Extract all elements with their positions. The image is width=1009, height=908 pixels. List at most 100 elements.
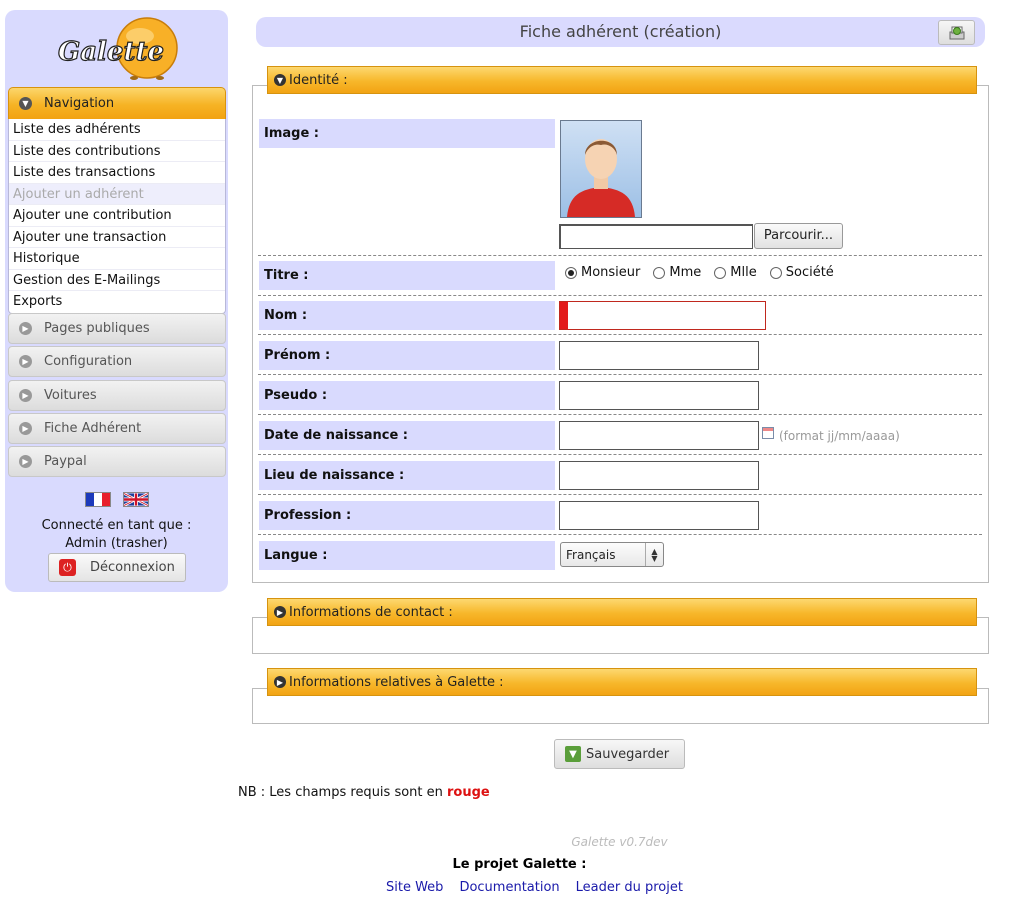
titre-radio-option[interactable]: Mlle bbox=[714, 265, 757, 280]
profession-label: Profession : bbox=[259, 501, 555, 530]
radio-label: Société bbox=[785, 265, 834, 280]
galette-logo[interactable]: Galette bbox=[52, 16, 184, 86]
collapsed-section-header[interactable]: ▶ Voitures bbox=[8, 380, 226, 411]
identity-legend[interactable]: ▼ Identité : bbox=[267, 66, 977, 94]
note-text: NB : Les champs requis sont en bbox=[238, 785, 448, 800]
titre-radio-option[interactable]: Société bbox=[769, 265, 834, 280]
save-icon: ▼ bbox=[565, 746, 581, 762]
power-icon: ⏻ bbox=[59, 559, 76, 576]
expand-arrow-icon: ▶ bbox=[19, 455, 32, 468]
login-status: Connecté en tant que : Admin (trasher) bbox=[5, 517, 228, 553]
birthplace-input[interactable] bbox=[559, 461, 759, 490]
nav-item[interactable]: Ajouter un adhérent bbox=[9, 183, 225, 205]
nav-item[interactable]: Gestion des E-Mailings bbox=[9, 270, 225, 291]
collapsed-section-header[interactable]: ▶ Pages publiques bbox=[8, 313, 226, 344]
birthdate-label: Date de naissance : bbox=[259, 421, 555, 450]
langue-label: Langue : bbox=[259, 541, 555, 570]
collapsed-section-header[interactable]: ▶ Fiche Adhérent bbox=[8, 413, 226, 444]
logout-button[interactable]: ⏻ Déconnexion bbox=[48, 553, 186, 582]
expand-arrow-icon: ▶ bbox=[19, 389, 32, 402]
profession-row: Profession : bbox=[258, 495, 982, 535]
flag-fr-icon[interactable] bbox=[85, 492, 111, 507]
page-title-bar: Fiche adhérent (création) bbox=[256, 17, 985, 47]
radio-label: Mlle bbox=[730, 265, 757, 280]
nav-item[interactable]: Historique bbox=[9, 248, 225, 270]
collapsed-section-label: Pages publiques bbox=[44, 321, 150, 336]
default-avatar-icon bbox=[567, 139, 635, 217]
save-button[interactable]: ▼ Sauvegarder bbox=[554, 739, 685, 769]
nom-row: Nom : bbox=[258, 296, 982, 335]
langue-select[interactable]: Français ▲ ▼ bbox=[560, 542, 664, 567]
nav-item[interactable]: Liste des transactions bbox=[9, 162, 225, 184]
identity-legend-label: Identité : bbox=[289, 72, 348, 88]
photo-file-input[interactable] bbox=[559, 224, 753, 249]
calendar-icon[interactable] bbox=[762, 427, 774, 439]
collapsed-section-label: Configuration bbox=[44, 354, 133, 369]
print-card-icon bbox=[949, 26, 964, 39]
nav-item[interactable]: Exports bbox=[9, 291, 225, 313]
radio-button[interactable] bbox=[653, 266, 666, 279]
birthplace-row: Lieu de naissance : bbox=[258, 455, 982, 495]
radio-button[interactable] bbox=[565, 266, 577, 279]
titre-radio-group: Monsieur Mme Mlle Société bbox=[565, 265, 847, 280]
titre-radio-option[interactable]: Monsieur bbox=[565, 265, 640, 280]
image-row: Image : Parcourir... bbox=[258, 117, 982, 256]
birthdate-row: Date de naissance : (format jj/mm/aaaa) bbox=[258, 415, 982, 455]
birthdate-input[interactable] bbox=[559, 421, 759, 450]
prenom-label: Prénom : bbox=[259, 341, 555, 370]
galette-info-legend[interactable]: ▶ Informations relatives à Galette : bbox=[267, 668, 977, 696]
radio-button[interactable] bbox=[769, 266, 782, 279]
collapsed-section-header[interactable]: ▶ Configuration bbox=[8, 346, 226, 377]
pseudo-input[interactable] bbox=[559, 381, 759, 410]
nav-item[interactable]: Ajouter une transaction bbox=[9, 227, 225, 248]
pseudo-row: Pseudo : bbox=[258, 375, 982, 415]
radio-button[interactable] bbox=[714, 266, 727, 279]
collapsed-section-label: Fiche Adhérent bbox=[44, 421, 142, 436]
titre-label: Titre : bbox=[259, 261, 555, 290]
language-flags bbox=[85, 492, 149, 507]
login-label: Connecté en tant que : bbox=[41, 518, 192, 533]
note-highlight: rouge bbox=[447, 785, 490, 800]
member-photo bbox=[560, 120, 642, 218]
birthplace-label: Lieu de naissance : bbox=[259, 461, 555, 490]
collapsed-section-label: Paypal bbox=[44, 454, 87, 469]
profession-input[interactable] bbox=[559, 501, 759, 530]
expand-arrow-icon: ▶ bbox=[19, 355, 32, 368]
radio-label: Mme bbox=[669, 265, 702, 280]
flag-en-icon[interactable] bbox=[123, 492, 149, 507]
prenom-row: Prénom : bbox=[258, 335, 982, 375]
footer-link-documentation[interactable]: Documentation bbox=[459, 880, 559, 895]
required-marker bbox=[560, 302, 568, 329]
nav-list: Liste des adhérents Liste des contributio… bbox=[8, 119, 226, 314]
footer-link-website[interactable]: Site Web bbox=[386, 880, 443, 895]
nav-item[interactable]: Liste des contributions bbox=[9, 141, 225, 162]
footer-project-title: Le projet Galette : bbox=[452, 857, 587, 872]
nom-input[interactable] bbox=[559, 301, 766, 330]
collapsed-section-header[interactable]: ▶ Paypal bbox=[8, 446, 226, 477]
nav-section-title: Navigation bbox=[44, 96, 115, 111]
langue-row: Langue : Français ▲ ▼ bbox=[258, 535, 982, 575]
collapsed-section-label: Voitures bbox=[44, 388, 97, 403]
footer-link-leader[interactable]: Leader du projet bbox=[576, 880, 683, 895]
expand-arrow-icon: ▶ bbox=[274, 606, 286, 618]
collapse-arrow-icon: ▼ bbox=[274, 74, 286, 86]
print-card-button[interactable] bbox=[938, 20, 975, 45]
contact-legend-label: Informations de contact : bbox=[289, 604, 453, 620]
expand-arrow-icon: ▶ bbox=[274, 676, 286, 688]
required-fields-note: NB : Les champs requis sont en rouge bbox=[238, 785, 490, 800]
save-label: Sauvegarder bbox=[586, 746, 670, 762]
galette-info-legend-label: Informations relatives à Galette : bbox=[289, 674, 504, 690]
contact-legend[interactable]: ▶ Informations de contact : bbox=[267, 598, 977, 626]
login-user: Admin (trasher) bbox=[65, 536, 168, 551]
nav-section-header[interactable]: ▼ Navigation bbox=[8, 87, 226, 119]
nav-item[interactable]: Ajouter une contribution bbox=[9, 205, 225, 227]
expand-arrow-icon: ▶ bbox=[19, 322, 32, 335]
logout-label: Déconnexion bbox=[90, 560, 175, 575]
titre-row: Titre : Monsieur Mme Mlle Société bbox=[258, 256, 982, 296]
browse-button[interactable]: Parcourir... bbox=[754, 223, 843, 249]
sidebar: Galette ▼ Navigation Liste des adhérents… bbox=[5, 10, 228, 592]
nav-item[interactable]: Liste des adhérents bbox=[9, 119, 225, 141]
prenom-input[interactable] bbox=[559, 341, 759, 370]
titre-radio-option[interactable]: Mme bbox=[653, 265, 701, 280]
footer-version: Galette v0.7dev bbox=[571, 835, 668, 849]
